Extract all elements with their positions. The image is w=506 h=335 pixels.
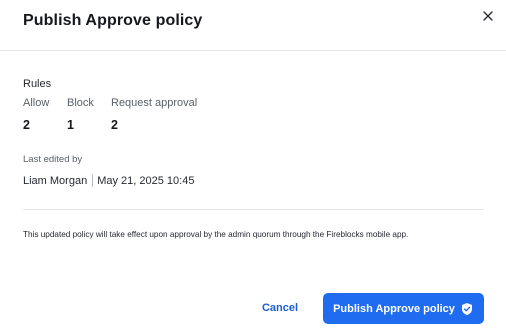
last-edited-timestamp: May 21, 2025 10:45 bbox=[97, 174, 195, 187]
close-button[interactable] bbox=[479, 7, 497, 25]
publish-button[interactable]: Publish Approve policy bbox=[323, 293, 484, 324]
last-edited-label: Last edited by bbox=[23, 154, 83, 165]
rule-request-approval: Request approval 2 bbox=[111, 97, 197, 132]
rule-allow-count: 2 bbox=[23, 118, 30, 132]
rules-heading: Rules bbox=[23, 78, 52, 90]
rule-allow: Allow 2 bbox=[23, 97, 49, 132]
dialog-title: Publish Approve policy bbox=[23, 12, 203, 29]
header-divider bbox=[0, 50, 506, 51]
cancel-button[interactable]: Cancel bbox=[252, 294, 308, 322]
last-edited-info: Liam Morgan May 21, 2025 10:45 bbox=[23, 174, 194, 187]
rule-block: Block 1 bbox=[67, 97, 94, 132]
body-divider bbox=[23, 209, 484, 210]
rule-block-label: Block bbox=[67, 97, 94, 109]
rule-request-approval-count: 2 bbox=[111, 118, 118, 132]
separator bbox=[92, 174, 94, 187]
rule-allow-label: Allow bbox=[23, 97, 50, 109]
publish-policy-dialog: Publish Approve policy Rules Allow 2 Blo… bbox=[0, 0, 506, 335]
last-edited-user: Liam Morgan bbox=[23, 174, 88, 187]
shield-check-icon bbox=[461, 302, 472, 315]
cancel-button-label: Cancel bbox=[261, 302, 299, 314]
rule-block-count: 1 bbox=[67, 118, 74, 132]
close-icon bbox=[483, 11, 493, 21]
rule-request-approval-label: Request approval bbox=[111, 97, 198, 109]
approval-note: This updated policy will take effect upo… bbox=[23, 230, 409, 239]
dialog-header: Publish Approve policy bbox=[0, 0, 506, 47]
publish-button-label: Publish Approve policy bbox=[333, 302, 455, 315]
